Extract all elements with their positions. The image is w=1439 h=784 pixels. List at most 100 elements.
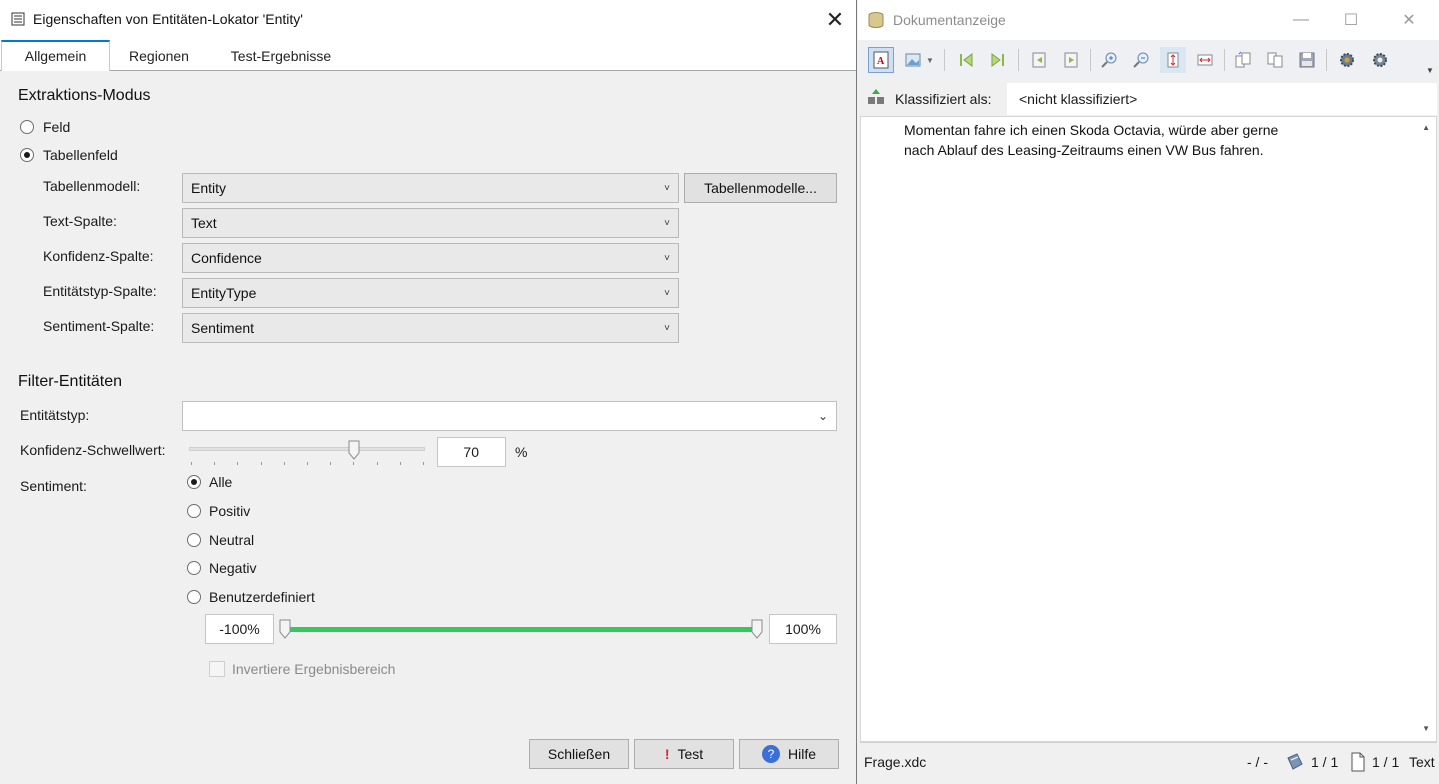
save-icon[interactable]	[1294, 47, 1320, 73]
confidence-slider-thumb[interactable]	[348, 440, 360, 460]
document-text-area[interactable]: Momentan fahre ich einen Skoda Octavia, …	[860, 116, 1437, 742]
status-filename: Frage.xdc	[864, 754, 927, 770]
filter-entities-heading: Filter-Entitäten	[18, 373, 123, 390]
status-page-count: 1 / 1	[1372, 754, 1400, 770]
first-document-icon[interactable]	[953, 47, 979, 73]
viewer-title: Dokumentanzeige	[893, 12, 1006, 28]
sentiment-custom-radio[interactable]	[187, 590, 201, 604]
sentiment-custom-label: Benutzerdefiniert	[209, 589, 315, 605]
slider-tick	[191, 462, 192, 465]
close-icon[interactable]: ✕	[1386, 0, 1432, 40]
split-document-icon[interactable]	[1230, 47, 1256, 73]
help-button-label: Hilfe	[787, 746, 816, 762]
exclamation-icon: !	[664, 746, 670, 762]
sentiment-range-track[interactable]	[285, 627, 757, 632]
close-button[interactable]: Schließen	[529, 739, 629, 769]
document-viewer-window: Dokumentanzeige — ☐ ✕ A ▼ ▼ Klassifizier…	[858, 0, 1439, 784]
toolbar-separator	[1018, 49, 1019, 71]
text-view-icon[interactable]: A	[868, 47, 894, 73]
viewer-titlebar: Dokumentanzeige — ☐ ✕	[858, 0, 1439, 40]
entity-type-dropdown[interactable]: ⌄	[182, 401, 837, 431]
range-min-input[interactable]: -100%	[205, 614, 274, 644]
previous-page-icon[interactable]	[1026, 47, 1052, 73]
sentiment-label: Sentiment:	[20, 478, 87, 494]
sentiment-all-radio[interactable]	[187, 475, 201, 489]
confidence-column-label: Konfidenz-Spalte:	[43, 248, 154, 264]
classified-as-label: Klassifiziert als:	[895, 91, 992, 107]
chevron-down-icon: ˅	[664, 183, 670, 194]
sentiment-column-value: Sentiment	[191, 320, 255, 336]
properties-dialog: Eigenschaften von Entitäten-Lokator 'Ent…	[0, 0, 857, 784]
confidence-slider-track[interactable]	[189, 447, 425, 451]
dialog-title: Eigenschaften von Entitäten-Lokator 'Ent…	[33, 11, 303, 27]
range-low-thumb[interactable]	[279, 619, 291, 639]
documents-icon	[1287, 753, 1303, 770]
confidence-threshold-label: Konfidenz-Schwellwert:	[20, 442, 166, 458]
merge-document-icon[interactable]	[1262, 47, 1288, 73]
status-view-mode: Text	[1409, 754, 1435, 770]
slider-tick	[283, 462, 285, 465]
table-model-value: Entity	[191, 180, 227, 196]
zoom-in-icon[interactable]	[1096, 47, 1122, 73]
entity-type-column-value: EntityType	[191, 285, 257, 301]
help-button[interactable]: ? Hilfe	[739, 739, 839, 769]
sentiment-positive-label: Positiv	[209, 503, 251, 519]
sentiment-positive-radio[interactable]	[187, 504, 201, 518]
options-gear-icon[interactable]	[1367, 47, 1393, 73]
toolbar-separator	[1326, 49, 1327, 71]
minimize-icon[interactable]: —	[1278, 0, 1324, 40]
dropdown-arrow-icon[interactable]: ▼	[923, 47, 937, 73]
sentiment-negative-radio[interactable]	[187, 561, 201, 575]
text-column-label: Text-Spalte:	[43, 213, 117, 229]
help-icon: ?	[761, 745, 780, 764]
tab-allgemein[interactable]: Allgemein	[1, 40, 110, 72]
next-page-icon[interactable]	[1058, 47, 1084, 73]
chevron-down-icon: ˅	[664, 253, 670, 264]
chevron-down-icon: ⌄	[817, 409, 828, 423]
document-line: nach Ablauf des Leasing-Zeitraums einen …	[904, 142, 1264, 158]
slider-tick	[330, 462, 332, 465]
text-column-value: Text	[191, 215, 217, 231]
sentiment-column-dropdown[interactable]: Sentiment ˅	[182, 313, 679, 343]
mode-table-radio[interactable]	[20, 148, 34, 162]
slider-tick	[260, 462, 262, 465]
sentiment-neutral-radio[interactable]	[187, 533, 201, 547]
zoom-out-icon[interactable]	[1128, 47, 1154, 73]
entity-type-column-dropdown[interactable]: EntityType ˅	[182, 278, 679, 308]
tab-bar: Allgemein Regionen Test-Ergebnisse	[0, 40, 856, 72]
invert-range-label: Invertiere Ergebnisbereich	[232, 661, 396, 677]
toolbar-separator	[944, 49, 945, 71]
sentiment-negative-label: Negativ	[209, 560, 257, 576]
viewer-statusbar: Frage.xdc - / - 1 / 1 1 / 1 Text	[860, 742, 1437, 782]
tab-test-ergebnisse[interactable]: Test-Ergebnisse	[216, 40, 346, 71]
toolbar-separator	[1090, 49, 1091, 71]
table-model-dropdown[interactable]: Entity ˅	[182, 173, 679, 203]
sentiment-column-label: Sentiment-Spalte:	[43, 318, 155, 334]
confidence-column-dropdown[interactable]: Confidence ˅	[182, 243, 679, 273]
text-column-dropdown[interactable]: Text ˅	[182, 208, 679, 238]
invert-range-checkbox[interactable]	[209, 661, 225, 677]
table-models-button[interactable]: Tabellenmodelle...	[684, 173, 837, 203]
mode-field-radio[interactable]	[20, 120, 34, 134]
fit-width-icon[interactable]	[1192, 47, 1218, 73]
maximize-icon[interactable]: ☐	[1328, 0, 1374, 40]
document-text: Momentan fahre ich einen Skoda Octavia, …	[904, 120, 1334, 160]
scroll-up-icon[interactable]: ▲	[1422, 123, 1430, 132]
tab-regionen[interactable]: Regionen	[114, 40, 204, 71]
toolbar-overflow-icon[interactable]: ▼	[1426, 66, 1434, 75]
confidence-threshold-input[interactable]: 70	[437, 437, 506, 467]
scroll-down-icon[interactable]: ▼	[1422, 724, 1430, 733]
close-icon[interactable]: ✕	[815, 2, 855, 38]
slider-tick	[214, 462, 216, 465]
slider-tick	[237, 462, 239, 465]
range-high-thumb[interactable]	[751, 619, 763, 639]
fit-height-icon[interactable]	[1160, 47, 1186, 73]
range-max-input[interactable]: 100%	[769, 614, 837, 644]
classification-bar: Klassifiziert als: <nicht klassifiziert>	[860, 82, 1437, 116]
last-document-icon[interactable]	[985, 47, 1011, 73]
settings-gear-icon[interactable]	[1334, 47, 1360, 73]
test-button[interactable]: ! Test	[634, 739, 734, 769]
mode-field-label: Feld	[43, 119, 71, 135]
classification-icon	[868, 89, 884, 104]
slider-tick	[376, 462, 378, 465]
